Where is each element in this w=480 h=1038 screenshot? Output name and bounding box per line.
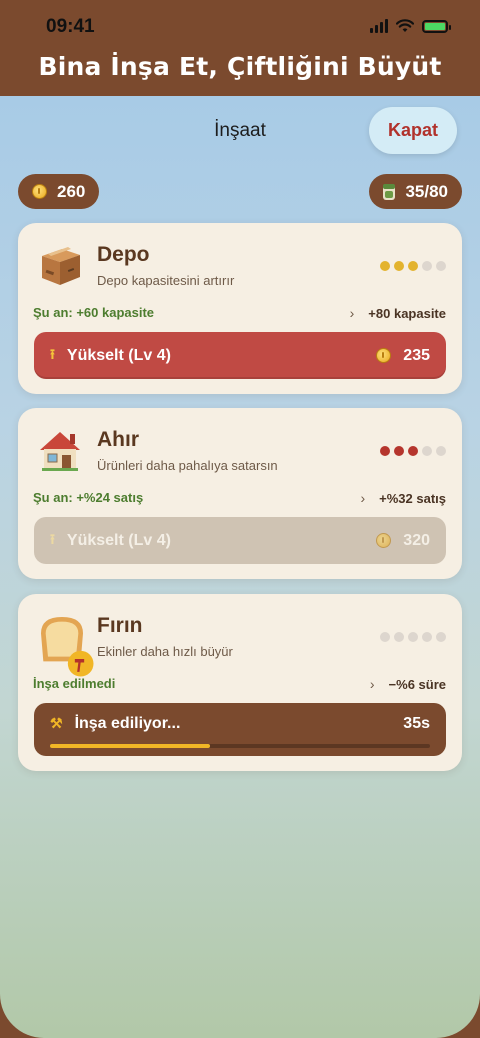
building-card-firin: Fırın Ekinler daha hızlı büyür İnşa edil… [18, 594, 462, 771]
level-dot-filled [408, 261, 418, 271]
level-dot-empty [436, 632, 446, 642]
build-progress-fill [50, 744, 210, 748]
building-description: Depo kapasitesini artırır [97, 273, 235, 288]
upgrade-button[interactable]: ⭱ Yükselt (Lv 4) 320 [34, 517, 446, 564]
next-bonus-value: +%32 satış [379, 490, 446, 506]
next-bonus-value: +80 kapasite [368, 305, 446, 321]
building-name: Ahır [97, 428, 139, 451]
hammer-icon: ⚒ [50, 715, 63, 731]
build-progress-bar [50, 744, 430, 748]
level-dot-filled [394, 261, 404, 271]
upgrade-cost: 320 [376, 532, 430, 550]
next-bonus-value: −%6 süre [388, 676, 446, 692]
app-header: 09:41 Bina İnşa Et, Çiftliğini Büyüt [0, 0, 480, 98]
chevron-right-icon: › [360, 490, 366, 506]
coin-icon [32, 184, 47, 199]
close-button[interactable]: Kapat [369, 107, 457, 154]
upgrade-arrow-icon: ⭱ [50, 345, 55, 362]
next-bonus: › +%32 satış [360, 490, 446, 506]
build-progress-button: ⚒ İnşa ediliyor... 35s [34, 703, 446, 756]
next-bonus: › +80 kapasite [350, 305, 446, 321]
status-icons [370, 19, 451, 33]
construction-screen: İnşaat Kapat 260 35/80 Depo Depo kapasit… [0, 96, 480, 1038]
coin-amount: 260 [57, 181, 86, 201]
level-dot-filled [380, 446, 390, 456]
box-icon [42, 247, 80, 285]
level-dots [380, 261, 446, 271]
building-description: Ekinler daha hızlı büyür [97, 644, 233, 659]
build-timer: 35s [403, 715, 430, 732]
app-title: Bina İnşa Et, Çiftliğini Büyüt [38, 52, 442, 81]
coin-icon [376, 348, 392, 363]
building-description: Ürünleri daha pahalıya satarsın [97, 458, 278, 473]
jar-icon [383, 183, 396, 200]
status-bar: 09:41 [0, 12, 480, 42]
bread-icon [41, 617, 94, 677]
upgrade-cost: 235 [376, 347, 430, 365]
building-name: Fırın [97, 614, 143, 637]
next-bonus: › −%6 süre [370, 676, 446, 692]
status-time: 09:41 [46, 16, 95, 37]
cost-amount: 235 [403, 346, 430, 364]
level-dot-empty [436, 446, 446, 456]
level-dot-empty [394, 632, 404, 642]
upgrade-label: Yükselt (Lv 4) [66, 531, 171, 549]
level-dots [380, 446, 446, 456]
level-dot-empty [422, 446, 432, 456]
cost-amount: 320 [403, 531, 430, 549]
level-dot-empty [408, 632, 418, 642]
signal-icon [370, 19, 388, 33]
upgrade-arrow-icon: ⭱ [50, 530, 55, 547]
level-dot-empty [380, 632, 390, 642]
build-status-label: İnşa ediliyor... [74, 715, 181, 732]
wifi-icon [396, 19, 414, 32]
chevron-right-icon: › [369, 676, 375, 692]
level-dot-filled [380, 261, 390, 271]
coin-icon [376, 533, 392, 548]
battery-icon [422, 19, 451, 33]
level-dot-empty [436, 261, 446, 271]
upgrade-label: Yükselt (Lv 4) [66, 346, 171, 364]
building-card-depo: Depo Depo kapasitesini artırır Şu an: +6… [18, 223, 462, 394]
building-card-ahir: Ahır Ürünleri daha pahalıya satarsın Şu … [18, 408, 462, 579]
level-dots [380, 632, 446, 642]
level-dot-filled [394, 446, 404, 456]
upgrade-button[interactable]: ⭱ Yükselt (Lv 4) 235 [34, 332, 446, 379]
chevron-right-icon: › [349, 305, 355, 321]
level-dot-empty [422, 632, 432, 642]
current-bonus: Şu an: +60 kapasite [33, 305, 155, 320]
current-bonus: İnşa edilmedi [33, 676, 116, 691]
storage-amount: 35/80 [405, 181, 448, 201]
current-bonus: Şu an: +%24 satış [33, 490, 144, 505]
building-name: Depo [97, 243, 150, 266]
level-dot-filled [408, 446, 418, 456]
coin-balance: 260 [18, 174, 100, 209]
storage-capacity: 35/80 [369, 174, 462, 209]
house-icon [40, 432, 80, 471]
level-dot-empty [422, 261, 432, 271]
